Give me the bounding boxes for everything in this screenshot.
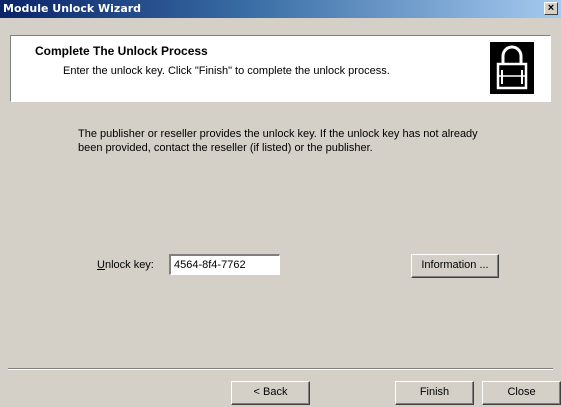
page-title: Complete The Unlock Process xyxy=(35,44,208,58)
window-title: Module Unlock Wizard xyxy=(3,2,142,15)
finish-button[interactable]: Finish xyxy=(395,381,474,405)
padlock-icon xyxy=(490,42,534,94)
information-button[interactable]: Information ... xyxy=(411,254,499,278)
unlock-key-label: Unlock key: xyxy=(97,259,154,271)
back-button[interactable]: < Back xyxy=(231,381,310,405)
unlock-key-label-text: nlock key: xyxy=(104,259,154,271)
close-button[interactable]: Close xyxy=(482,381,561,405)
close-icon: × xyxy=(547,2,555,14)
title-bar[interactable]: Module Unlock Wizard × xyxy=(0,0,561,18)
page-subtitle: Enter the unlock key. Click "Finish" to … xyxy=(63,65,390,77)
module-unlock-wizard-window: Module Unlock Wizard × Complete The Unlo… xyxy=(0,0,561,407)
unlock-key-label-mnemonic: U xyxy=(97,259,105,271)
footer-divider xyxy=(8,368,553,370)
wizard-header: Complete The Unlock Process Enter the un… xyxy=(10,35,551,102)
instruction-text: The publisher or reseller provides the u… xyxy=(78,128,478,154)
unlock-key-input[interactable] xyxy=(169,254,280,275)
close-window-button[interactable]: × xyxy=(544,2,558,15)
